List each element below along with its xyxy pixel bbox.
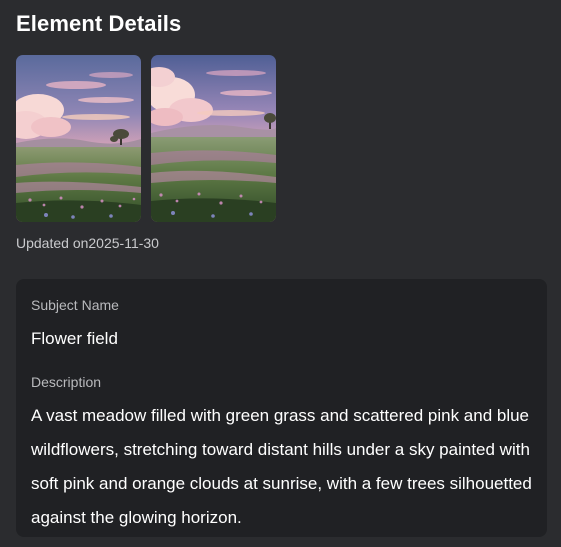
description-label: Description bbox=[31, 374, 102, 390]
updated-date: Updated on2025-11-30 bbox=[16, 235, 159, 251]
subject-name-value: Flower field bbox=[31, 329, 118, 348]
element-details-panel: Element Details Updated on2025-11-30 Sub… bbox=[0, 0, 561, 547]
details-card: Subject Name Flower field Description A … bbox=[16, 279, 547, 537]
flower-field-thumbnail-2[interactable] bbox=[151, 55, 276, 222]
image-gallery bbox=[16, 55, 276, 222]
flower-field-image bbox=[151, 55, 276, 222]
description-text: A vast meadow filled with green grass an… bbox=[31, 406, 532, 527]
flower-field-thumbnail-1[interactable] bbox=[16, 55, 141, 222]
flower-field-image bbox=[16, 55, 141, 222]
subject-name-label: Subject Name bbox=[31, 297, 119, 313]
panel-title: Element Details bbox=[16, 11, 182, 36]
